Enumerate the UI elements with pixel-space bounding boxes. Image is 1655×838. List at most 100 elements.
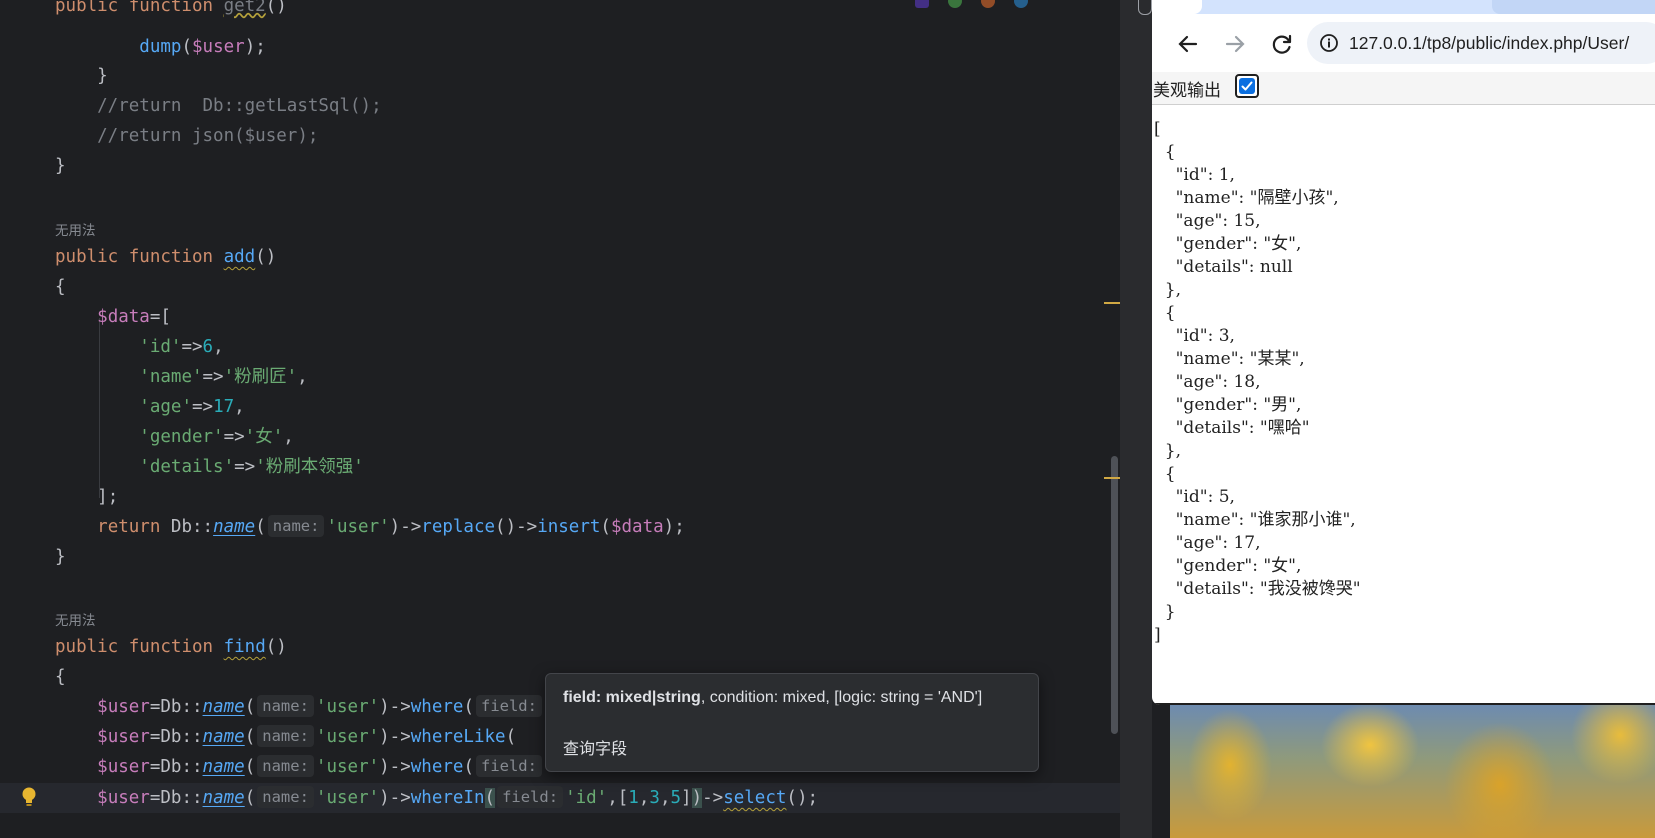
- phpstorm-icon[interactable]: [915, 0, 929, 8]
- code-token: 5: [670, 788, 682, 808]
- usage-hint: 无用法: [55, 223, 96, 239]
- code-token: 17: [213, 397, 235, 417]
- scrollbar-thumb[interactable]: [1111, 456, 1118, 734]
- window-gap: [1120, 0, 1152, 838]
- param-hint: name:: [257, 695, 314, 717]
- code-token: 'user': [315, 788, 380, 808]
- code-line-brace-close[interactable]: }: [55, 543, 66, 571]
- code-line-add-signature[interactable]: public function add(): [55, 243, 276, 271]
- lightbulb-icon[interactable]: [20, 786, 38, 812]
- tooltip-signature-rest: , condition: mixed, [logic: string = 'AN…: [700, 689, 983, 706]
- code-token: select: [723, 788, 787, 808]
- code-line-data-row[interactable]: 'id'=>6,: [55, 333, 223, 361]
- code-line-dump[interactable]: dump($user);: [55, 33, 265, 61]
- code-token: add: [223, 247, 256, 267]
- warning-marker[interactable]: [1104, 477, 1120, 479]
- code-token: 'details': [139, 457, 235, 477]
- code-token: $user: [97, 757, 150, 777]
- code-token: ];: [97, 487, 119, 507]
- code-line-data-row[interactable]: 'gender'=>'女',: [55, 423, 294, 451]
- code-line-data-open[interactable]: $data=[: [55, 303, 171, 331]
- code-line-wherelike[interactable]: $user=Db::name(name:'user')->whereLike(: [55, 723, 516, 751]
- code-line-data-row[interactable]: 'name'=>'粉刷匠',: [55, 363, 307, 391]
- code-token: name: [202, 697, 245, 717]
- code-token: find: [223, 637, 266, 657]
- code-token: name: [202, 727, 245, 747]
- url-text[interactable]: 127.0.0.1/tp8/public/index.php/User/: [1349, 33, 1629, 54]
- firefox-icon[interactable]: [981, 0, 995, 8]
- code-line-brace-open[interactable]: {: [55, 663, 66, 691]
- code-token: =>: [191, 397, 214, 417]
- code-token: '女': [244, 427, 284, 447]
- code-token: (): [255, 247, 277, 267]
- tab-inactive[interactable]: [1492, 0, 1655, 14]
- code-token: 'id': [139, 337, 182, 357]
- code-token: $user: [97, 727, 150, 747]
- pretty-output-checkbox[interactable]: [1235, 74, 1259, 98]
- code-token: Db::: [160, 788, 203, 808]
- tooltip-doc: 查询字段: [563, 741, 628, 758]
- code-token: where: [410, 757, 464, 777]
- code-token: (): [265, 637, 287, 657]
- code-token: 'age': [139, 397, 192, 417]
- code-line-close-get2[interactable]: }: [55, 152, 66, 180]
- back-icon[interactable]: [1172, 28, 1204, 60]
- warning-marker[interactable]: [1104, 302, 1120, 304]
- param-hint: field:: [475, 695, 542, 717]
- code-token: function: [128, 637, 214, 657]
- code-token: where: [410, 697, 464, 717]
- code-token: public: [55, 247, 119, 267]
- param-hint: field:: [497, 786, 564, 808]
- param-hint: field:: [475, 755, 542, 777]
- code-line-close-foreach[interactable]: }: [55, 62, 108, 90]
- code-token: insert: [537, 517, 601, 537]
- code-token: (): [265, 0, 287, 16]
- tab-strip: [1152, 0, 1655, 14]
- tooltip-signature-bold: field: mixed|string: [563, 689, 701, 706]
- code-line-data-row[interactable]: 'details'=>'粉刷本领强': [55, 453, 363, 481]
- code-token: return: [97, 517, 161, 537]
- code-token: $data: [97, 307, 150, 327]
- browser-window[interactable]: 127.0.0.1/tp8/public/index.php/User/ 美观输…: [1152, 0, 1655, 705]
- code-line-return-insert[interactable]: return Db::name(name:'user')->replace()-…: [55, 513, 685, 541]
- address-bar[interactable]: 127.0.0.1/tp8/public/index.php/User/: [1307, 22, 1655, 64]
- code-line-comment-json[interactable]: //return json($user);: [55, 122, 318, 150]
- code-line-data-row[interactable]: 'age'=>17,: [55, 393, 244, 421]
- code-line-where[interactable]: $user=Db::name(name:'user')->where(field…: [55, 693, 544, 721]
- code-token: 'user': [315, 757, 380, 777]
- code-token: $user: [97, 788, 150, 808]
- code-token: Db::: [160, 727, 203, 747]
- code-token: whereIn: [410, 788, 485, 808]
- code-token: get2: [223, 0, 266, 16]
- code-token: =>: [181, 337, 203, 357]
- bracket-match: ): [691, 788, 703, 808]
- tab-active[interactable]: [1152, 0, 1202, 14]
- code-token: 'gender': [139, 427, 224, 447]
- chrome-icon[interactable]: [948, 0, 962, 8]
- code-token: 'id': [565, 788, 608, 808]
- browser-shortcut-icons[interactable]: [915, 0, 1035, 10]
- code-line-wherein[interactable]: $user=Db::name(name:'user')->whereIn(fie…: [55, 784, 818, 812]
- code-token: '粉刷匠': [223, 367, 298, 387]
- code-line-data-close[interactable]: ];: [55, 483, 118, 511]
- code-line-find-signature[interactable]: public function find(): [55, 633, 287, 661]
- code-token: 1: [628, 788, 639, 808]
- code-line-comment-getlastsql[interactable]: //return Db::getLastSql();: [55, 92, 381, 120]
- database-icon[interactable]: [1138, 0, 1152, 15]
- forward-icon[interactable]: [1219, 28, 1251, 60]
- pretty-output-label: 美观输出: [1153, 81, 1221, 101]
- param-hint: name:: [257, 725, 314, 747]
- code-token: dump: [139, 37, 182, 57]
- code-line-get2[interactable]: public function get2(): [55, 0, 287, 20]
- pretty-output-bar: 美观输出: [1152, 72, 1655, 105]
- usage-hint: 无用法: [55, 613, 96, 629]
- code-line-brace-open[interactable]: {: [55, 273, 66, 301]
- edge-icon[interactable]: [1014, 0, 1028, 8]
- code-token: public function: [55, 0, 224, 16]
- tooltip-signature: field: mixed|string, condition: mixed, […: [563, 689, 982, 707]
- code-line-where-2[interactable]: $user=Db::name(name:'user')->where(field…: [55, 753, 544, 781]
- info-icon[interactable]: [1319, 33, 1339, 57]
- desktop-wallpaper: [1170, 705, 1655, 838]
- code-token: =>: [234, 457, 256, 477]
- reload-icon[interactable]: [1266, 28, 1298, 60]
